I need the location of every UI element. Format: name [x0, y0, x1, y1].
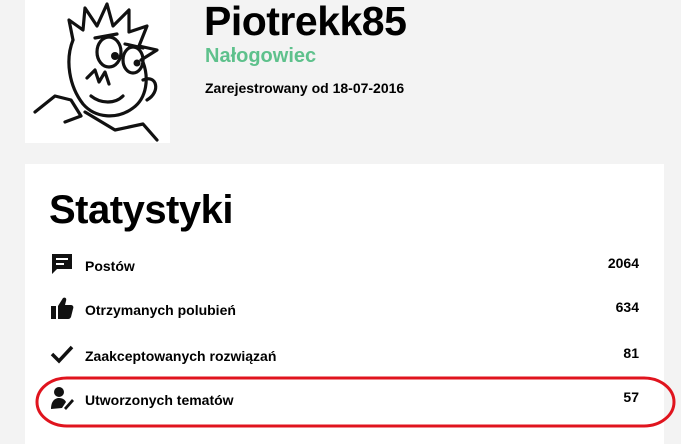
stat-value: 57 — [623, 389, 639, 405]
stats-title: Statystyki — [49, 188, 233, 232]
stat-value: 81 — [623, 345, 639, 361]
stat-label: Utworzonych tematów — [85, 392, 234, 408]
cartoon-face-avatar-icon — [33, 2, 159, 142]
avatar[interactable] — [25, 0, 170, 143]
stat-value: 634 — [615, 299, 639, 315]
stat-row-likes: Otrzymanych polubień 634 — [25, 296, 664, 326]
stats-card: Statystyki Postów 2064 Otrzymanych polub… — [25, 164, 664, 444]
registration-date: Zarejestrowany od 18-07-2016 — [205, 80, 405, 96]
checkmark-icon — [50, 345, 74, 364]
stat-label: Postów — [85, 258, 135, 274]
thumbs-up-icon — [51, 297, 74, 319]
username: Piotrekk85 — [204, 0, 407, 44]
stat-row-topics: Utworzonych tematów 57 — [25, 386, 664, 416]
stat-label: Otrzymanych polubień — [85, 302, 236, 318]
user-edit-icon — [51, 387, 74, 410]
user-rank: Nałogowiec — [205, 45, 317, 67]
stat-label: Zaakceptowanych rozwiązań — [85, 348, 277, 364]
comment-icon — [52, 254, 72, 274]
stat-row-posts: Postów 2064 — [25, 252, 664, 282]
stat-value: 2064 — [607, 255, 639, 271]
stat-row-solutions: Zaakceptowanych rozwiązań 81 — [25, 342, 664, 372]
